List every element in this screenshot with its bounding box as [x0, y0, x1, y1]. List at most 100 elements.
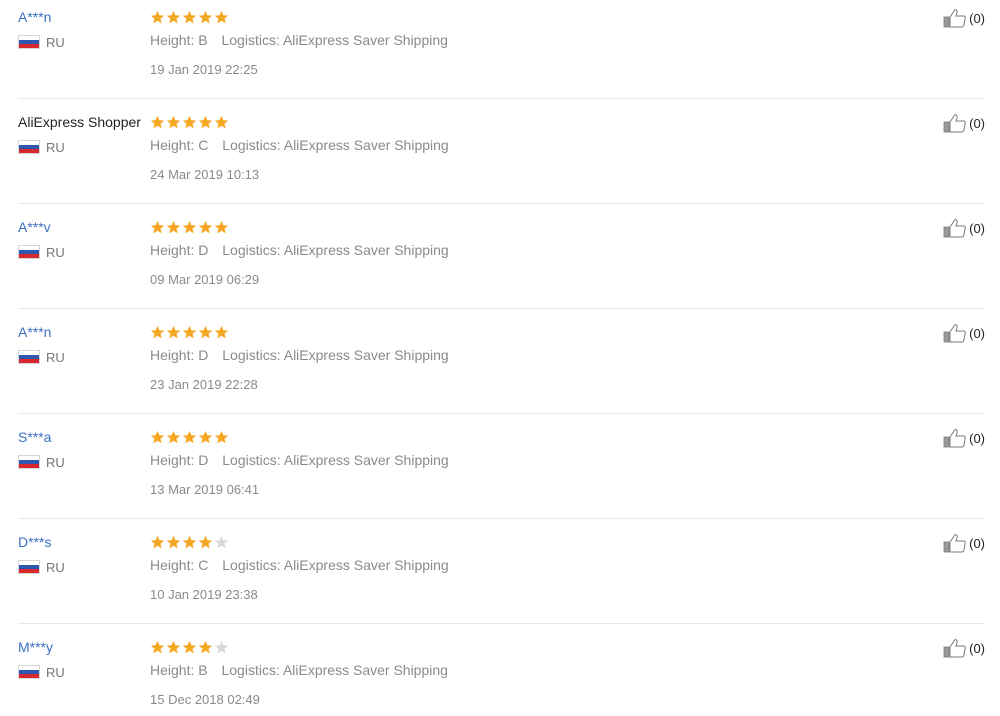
reviewer-country: RU	[18, 664, 148, 680]
review-content: Height: D Logistics: AliExpress Saver Sh…	[150, 428, 850, 499]
star-filled-icon	[182, 220, 197, 235]
reviewer-info: A***n RU	[18, 8, 148, 50]
review-item: A***n RU Height: D Logistics: AliExpress…	[0, 315, 1000, 420]
review-date: 10 Jan 2019 23:38	[150, 587, 258, 602]
helpful-button[interactable]: (0)	[943, 113, 985, 133]
reviewer-country: RU	[18, 454, 148, 470]
star-filled-icon	[166, 640, 181, 655]
star-filled-icon	[198, 220, 213, 235]
review-meta: Height: B Logistics: AliExpress Saver Sh…	[150, 661, 850, 679]
star-rating	[150, 323, 850, 341]
review-content: Height: B Logistics: AliExpress Saver Sh…	[150, 8, 850, 79]
logistics-info: Logistics: AliExpress Saver Shipping	[221, 662, 448, 678]
logistics-info: Logistics: AliExpress Saver Shipping	[222, 557, 449, 573]
star-filled-icon	[214, 220, 229, 235]
country-code: RU	[46, 349, 65, 365]
like-count: (0)	[969, 10, 985, 26]
like-count: (0)	[969, 430, 985, 446]
review-date: 09 Mar 2019 06:29	[150, 272, 260, 287]
review-item: D***s RU Height: C Logistics: AliExpress…	[0, 525, 1000, 630]
helpful-button[interactable]: (0)	[943, 323, 985, 343]
reviewer-name[interactable]: AliExpress Shopper	[18, 113, 148, 131]
star-rating	[150, 8, 850, 26]
country-code: RU	[46, 244, 65, 260]
star-filled-icon	[150, 535, 165, 550]
review-meta: Height: C Logistics: AliExpress Saver Sh…	[150, 136, 850, 154]
like-count: (0)	[969, 640, 985, 656]
review-item: M***y RU Height: B Logistics: AliExpress…	[0, 630, 1000, 716]
reviewer-name[interactable]: A***n	[18, 8, 148, 26]
star-filled-icon	[214, 325, 229, 340]
like-count: (0)	[969, 325, 985, 341]
star-filled-icon	[166, 220, 181, 235]
country-code: RU	[46, 34, 65, 50]
star-filled-icon	[198, 325, 213, 340]
height-attribute: Height: C	[150, 137, 209, 153]
review-date: 24 Mar 2019 10:13	[150, 167, 260, 182]
reviewer-name[interactable]: M***y	[18, 638, 148, 656]
like-count: (0)	[969, 535, 985, 551]
thumbs-up-icon	[943, 113, 967, 133]
reviewer-country: RU	[18, 34, 148, 50]
russia-flag-icon	[18, 455, 40, 469]
star-rating	[150, 428, 850, 446]
review-meta: Height: D Logistics: AliExpress Saver Sh…	[150, 451, 850, 469]
russia-flag-icon	[18, 350, 40, 364]
like-count: (0)	[969, 115, 985, 131]
thumbs-up-icon	[943, 218, 967, 238]
star-filled-icon	[150, 10, 165, 25]
helpful-button[interactable]: (0)	[943, 533, 985, 553]
reviewer-name[interactable]: A***v	[18, 218, 148, 236]
logistics-info: Logistics: AliExpress Saver Shipping	[221, 32, 448, 48]
reviewer-name[interactable]: A***n	[18, 323, 148, 341]
star-rating	[150, 218, 850, 236]
review-item: A***v RU Height: D Logistics: AliExpress…	[0, 210, 1000, 315]
helpful-button[interactable]: (0)	[943, 218, 985, 238]
review-divider	[18, 308, 985, 309]
review-content: Height: D Logistics: AliExpress Saver Sh…	[150, 323, 850, 394]
reviewer-country: RU	[18, 349, 148, 365]
review-content: Height: C Logistics: AliExpress Saver Sh…	[150, 113, 850, 184]
star-filled-icon	[166, 115, 181, 130]
review-divider	[18, 413, 985, 414]
star-filled-icon	[198, 10, 213, 25]
reviewer-name[interactable]: D***s	[18, 533, 148, 551]
russia-flag-icon	[18, 35, 40, 49]
review-content: Height: B Logistics: AliExpress Saver Sh…	[150, 638, 850, 709]
height-attribute: Height: D	[150, 347, 209, 363]
star-filled-icon	[182, 325, 197, 340]
review-content: Height: C Logistics: AliExpress Saver Sh…	[150, 533, 850, 604]
review-divider	[18, 98, 985, 99]
review-meta: Height: D Logistics: AliExpress Saver Sh…	[150, 241, 850, 259]
helpful-button[interactable]: (0)	[943, 428, 985, 448]
helpful-button[interactable]: (0)	[943, 638, 985, 658]
review-item: S***a RU Height: D Logistics: AliExpress…	[0, 420, 1000, 525]
helpful-button[interactable]: (0)	[943, 8, 985, 28]
reviewer-name[interactable]: S***a	[18, 428, 148, 446]
reviewer-country: RU	[18, 559, 148, 575]
height-attribute: Height: B	[150, 662, 208, 678]
height-attribute: Height: B	[150, 32, 208, 48]
star-filled-icon	[150, 325, 165, 340]
star-filled-icon	[198, 430, 213, 445]
star-filled-icon	[150, 115, 165, 130]
star-filled-icon	[166, 430, 181, 445]
star-filled-icon	[182, 430, 197, 445]
star-rating	[150, 113, 850, 131]
height-attribute: Height: C	[150, 557, 209, 573]
review-date: 19 Jan 2019 22:25	[150, 62, 258, 77]
star-filled-icon	[214, 10, 229, 25]
review-divider	[18, 518, 985, 519]
country-code: RU	[46, 454, 65, 470]
review-divider	[18, 623, 985, 624]
review-item: AliExpress Shopper RU Height: C Logistic…	[0, 105, 1000, 210]
star-filled-icon	[214, 115, 229, 130]
star-filled-icon	[182, 640, 197, 655]
star-filled-icon	[150, 640, 165, 655]
review-divider	[18, 203, 985, 204]
thumbs-up-icon	[943, 428, 967, 448]
review-date: 15 Dec 2018 02:49	[150, 692, 260, 707]
review-date: 23 Jan 2019 22:28	[150, 377, 258, 392]
russia-flag-icon	[18, 245, 40, 259]
star-filled-icon	[166, 325, 181, 340]
